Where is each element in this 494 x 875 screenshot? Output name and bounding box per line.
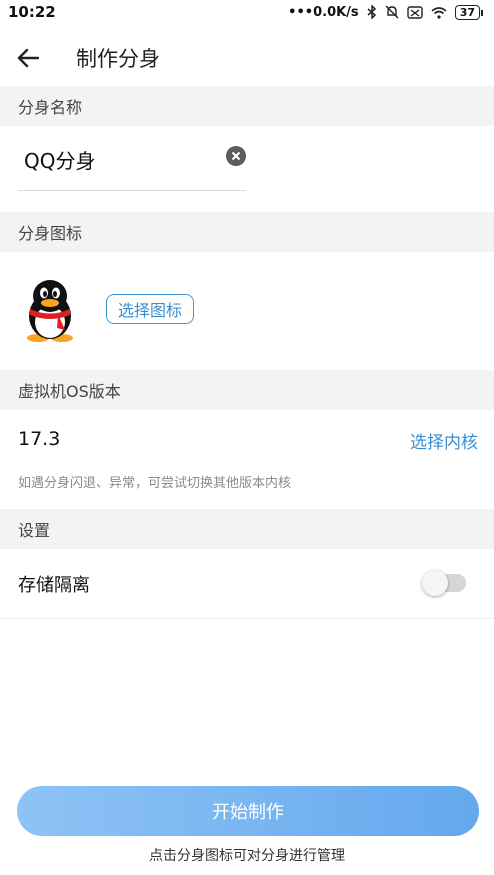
close-icon <box>231 151 241 161</box>
section-header-os: 虚拟机OS版本 <box>0 370 494 410</box>
title-bar: 制作分身 <box>0 34 494 82</box>
create-clone-screen: 10:22 •••0.0K/s 37 制作分身 分身名称 QQ分身 分身图标 选… <box>0 0 494 875</box>
toggle-knob <box>422 570 448 596</box>
os-row: 17.3 选择内核 如遇分身闪退、异常，可尝试切换其他版本内核 <box>0 410 494 510</box>
choose-icon-button[interactable]: 选择图标 <box>106 294 194 324</box>
storage-isolation-label: 存储隔离 <box>18 575 90 596</box>
qq-penguin-icon[interactable] <box>18 278 82 344</box>
os-hint-text: 如遇分身闪退、异常，可尝试切换其他版本内核 <box>18 476 292 491</box>
arrow-left-icon <box>17 48 39 68</box>
bluetooth-icon <box>367 5 377 19</box>
mute-icon <box>385 5 399 19</box>
wifi-icon <box>431 6 447 19</box>
clone-name-input[interactable] <box>24 144 224 174</box>
icon-row: 选择图标 <box>0 250 494 370</box>
section-header-icon: 分身图标 <box>0 212 494 252</box>
clear-name-button[interactable] <box>226 146 246 166</box>
section-header-settings: 设置 <box>0 509 494 549</box>
name-row <box>0 126 494 212</box>
storage-isolation-row: 存储隔离 <box>0 547 494 619</box>
battery-icon: 37 <box>454 4 484 20</box>
footer-hint-text: 点击分身图标可对分身进行管理 <box>149 848 345 864</box>
section-header-name: 分身名称 <box>0 86 494 126</box>
status-icons: •••0.0K/s 37 <box>288 4 484 20</box>
network-speed: •••0.0K/s <box>288 4 359 20</box>
sim-icon <box>406 5 423 19</box>
os-version-value: 17.3 <box>18 428 61 450</box>
back-button[interactable] <box>0 34 56 82</box>
status-time: 10:22 <box>8 3 56 21</box>
status-bar: 10:22 •••0.0K/s 37 <box>0 0 494 24</box>
page-title: 制作分身 <box>76 47 160 71</box>
storage-isolation-toggle[interactable] <box>422 570 466 596</box>
choose-kernel-link[interactable]: 选择内核 <box>410 428 478 453</box>
name-input-underline <box>18 190 246 191</box>
start-create-button[interactable]: 开始制作 <box>17 786 479 836</box>
